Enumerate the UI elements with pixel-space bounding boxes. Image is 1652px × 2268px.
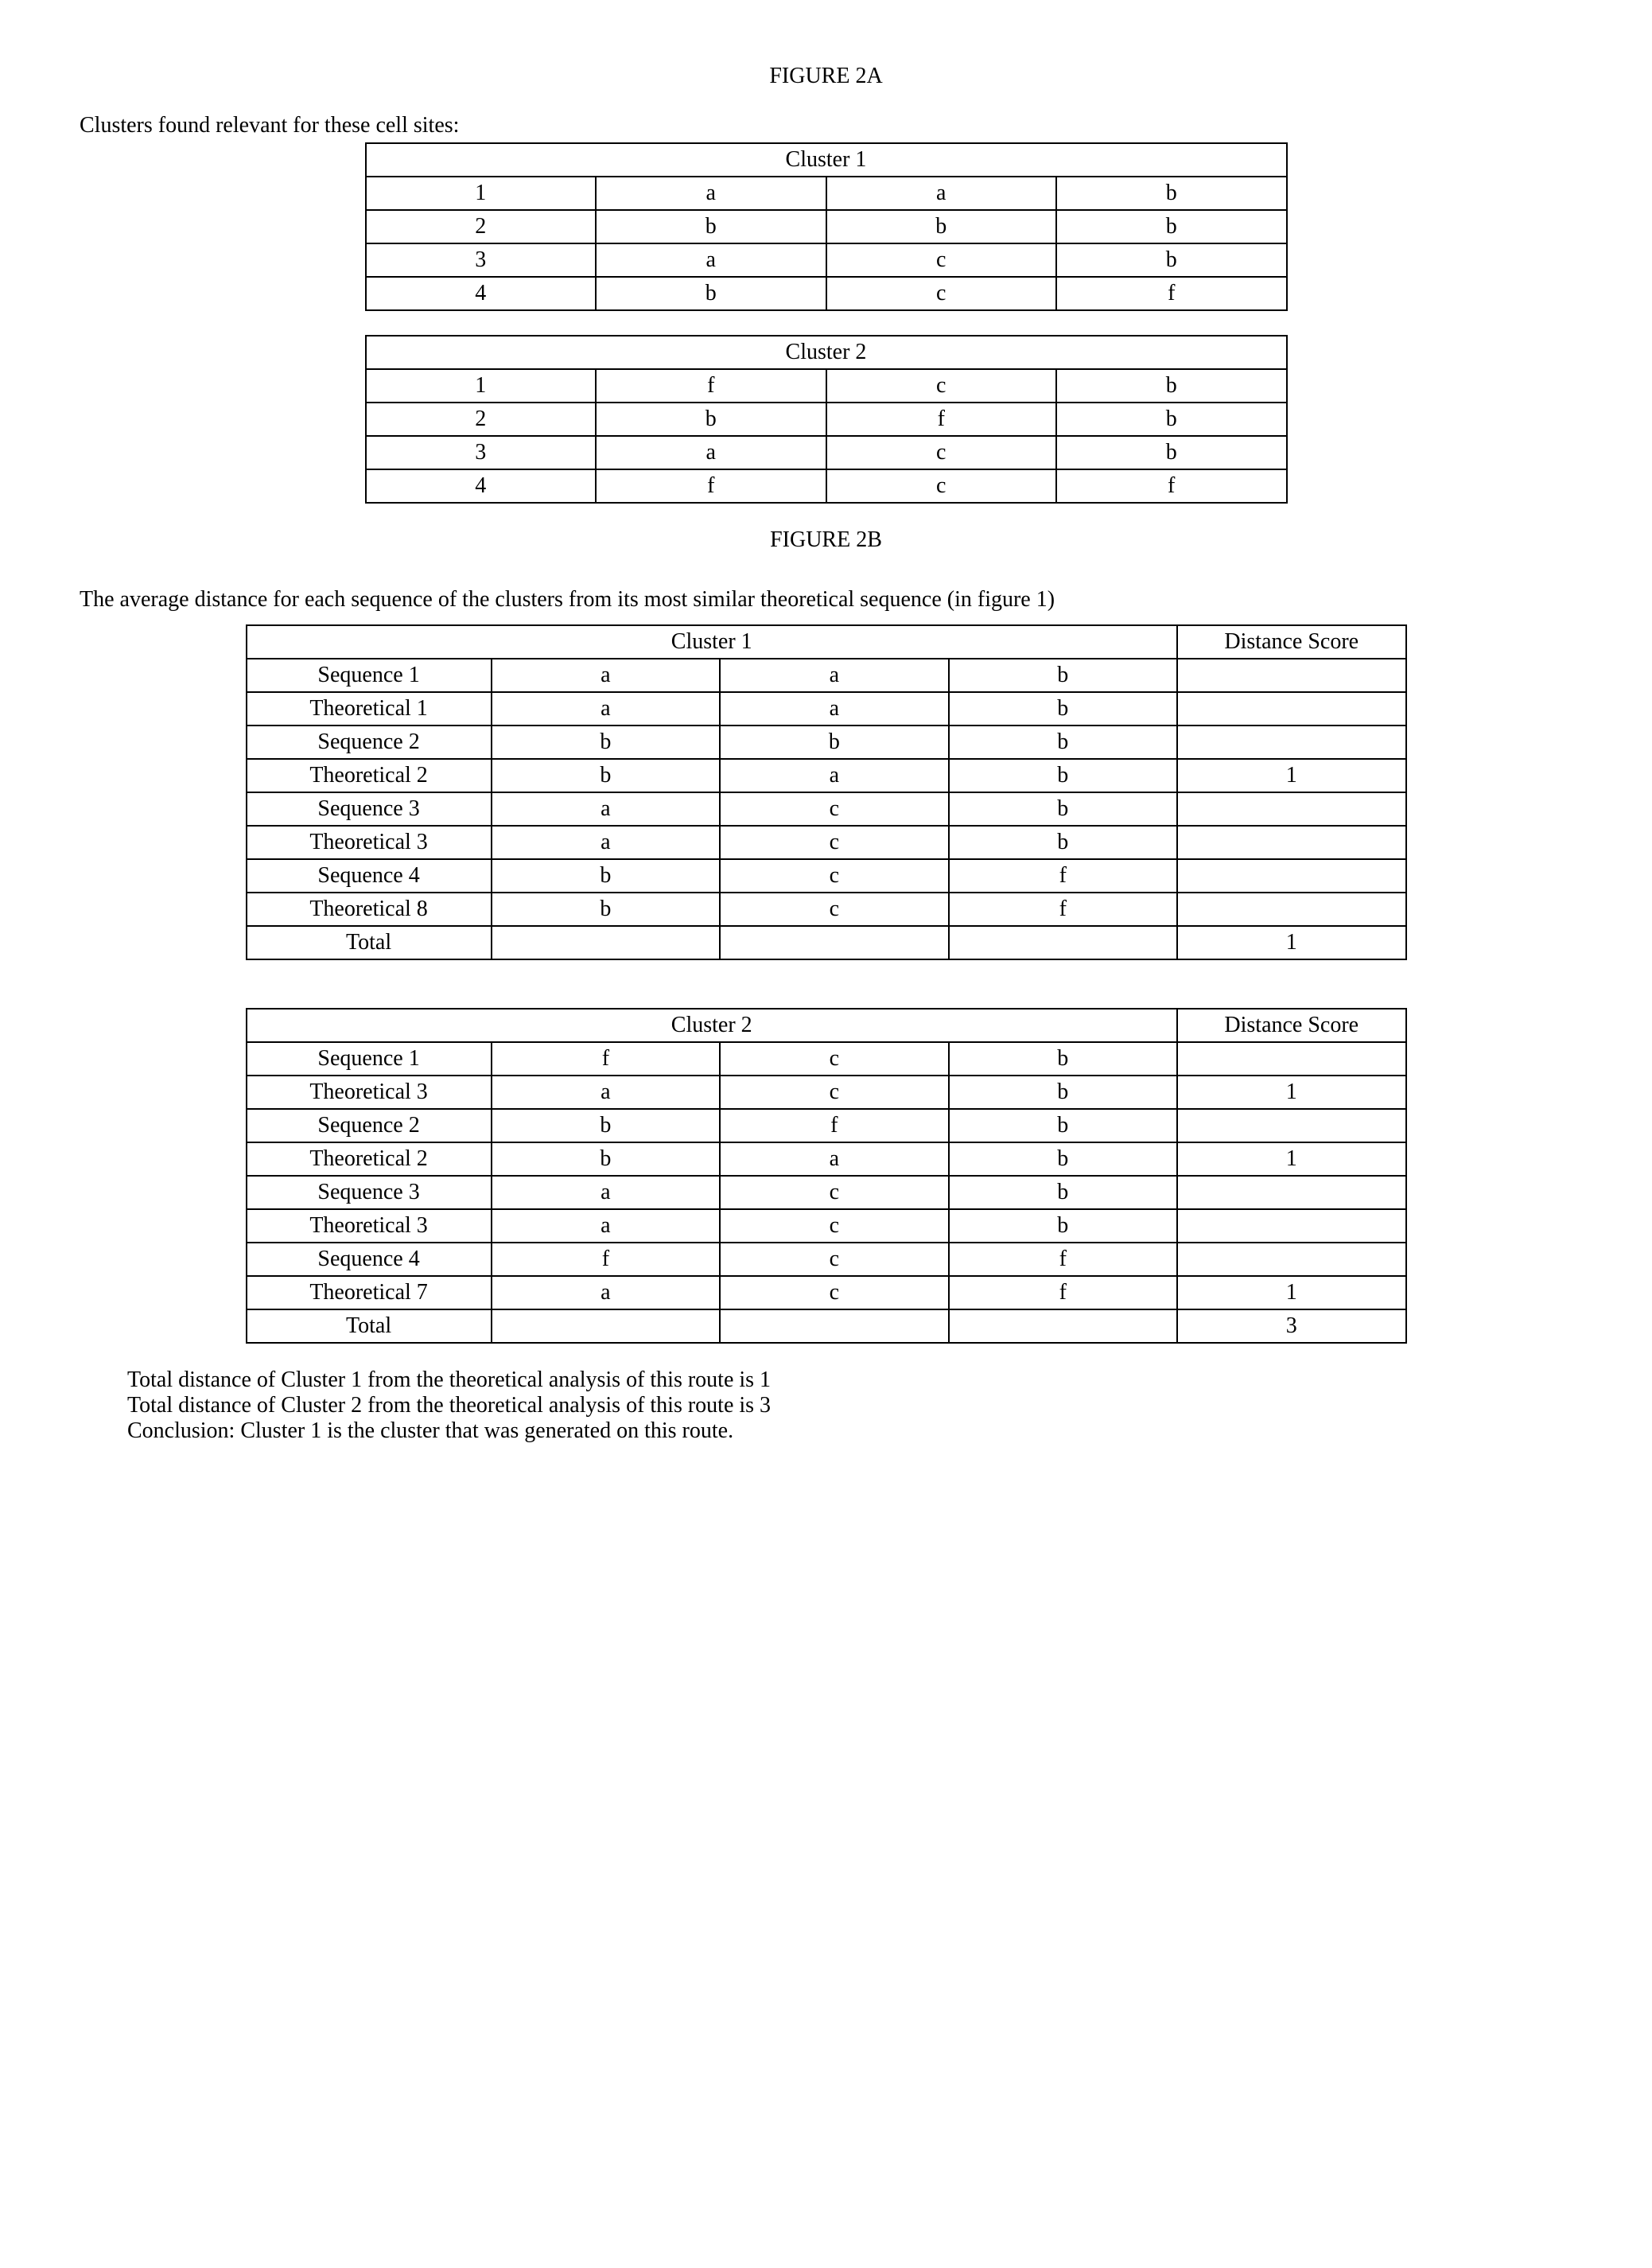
distance-score-header: Distance Score bbox=[1177, 1009, 1406, 1042]
table-row: 3acb bbox=[366, 243, 1287, 277]
footer-line3: Conclusion: Cluster 1 is the cluster tha… bbox=[127, 1418, 1572, 1444]
table-row: Theoretical 2bab1 bbox=[247, 1142, 1406, 1176]
table-row: 1aab bbox=[366, 177, 1287, 210]
cluster1-table-2b: Cluster 1 Distance Score Sequence 1aab T… bbox=[246, 624, 1407, 960]
figure-2b-intro: The average distance for each sequence o… bbox=[80, 585, 1572, 615]
cluster2-header: Cluster 2 bbox=[366, 336, 1287, 369]
table-row: Sequence 4fcf bbox=[247, 1243, 1406, 1276]
table-row: Theoretical 7acf1 bbox=[247, 1276, 1406, 1309]
table-row: 3acb bbox=[366, 436, 1287, 469]
figure-2a-intro: Clusters found relevant for these cell s… bbox=[80, 113, 1572, 138]
table-row: 2bfb bbox=[366, 403, 1287, 436]
footer-line2: Total distance of Cluster 2 from the the… bbox=[127, 1393, 1572, 1418]
table-row: Theoretical 1aab bbox=[247, 692, 1406, 726]
cluster1-header: Cluster 1 bbox=[366, 143, 1287, 177]
table-row: Total1 bbox=[247, 926, 1406, 959]
cluster1-table-2a: Cluster 1 1aab 2bbb 3acb 4bcf bbox=[365, 142, 1288, 311]
table-row: Theoretical 3acb bbox=[247, 826, 1406, 859]
table-row: Theoretical 8bcf bbox=[247, 893, 1406, 926]
table-row: Theoretical 3acb1 bbox=[247, 1076, 1406, 1109]
table-row: Sequence 2bbb bbox=[247, 726, 1406, 759]
figure-2a-title: FIGURE 2A bbox=[80, 64, 1572, 89]
table-row: Sequence 3acb bbox=[247, 792, 1406, 826]
cluster2-table-2a: Cluster 2 1fcb 2bfb 3acb 4fcf bbox=[365, 335, 1288, 504]
table-row: Sequence 1aab bbox=[247, 659, 1406, 692]
cluster1-2b-header: Cluster 1 bbox=[247, 625, 1178, 659]
distance-score-header: Distance Score bbox=[1177, 625, 1406, 659]
cluster2-table-2b: Cluster 2 Distance Score Sequence 1fcb T… bbox=[246, 1008, 1407, 1344]
table-row: 4fcf bbox=[366, 469, 1287, 503]
table-row: Theoretical 2bab1 bbox=[247, 759, 1406, 792]
table-row: Sequence 4bcf bbox=[247, 859, 1406, 893]
table-row: 2bbb bbox=[366, 210, 1287, 243]
table-row: Sequence 1fcb bbox=[247, 1042, 1406, 1076]
table-row: Sequence 2bfb bbox=[247, 1109, 1406, 1142]
table-row: 4bcf bbox=[366, 277, 1287, 310]
footer-line1: Total distance of Cluster 1 from the the… bbox=[127, 1367, 1572, 1393]
table-row: Total3 bbox=[247, 1309, 1406, 1343]
table-row: Sequence 3acb bbox=[247, 1176, 1406, 1209]
figure-2b-title: FIGURE 2B bbox=[80, 527, 1572, 553]
table-row: 1fcb bbox=[366, 369, 1287, 403]
table-row: Theoretical 3acb bbox=[247, 1209, 1406, 1243]
cluster2-2b-header: Cluster 2 bbox=[247, 1009, 1178, 1042]
